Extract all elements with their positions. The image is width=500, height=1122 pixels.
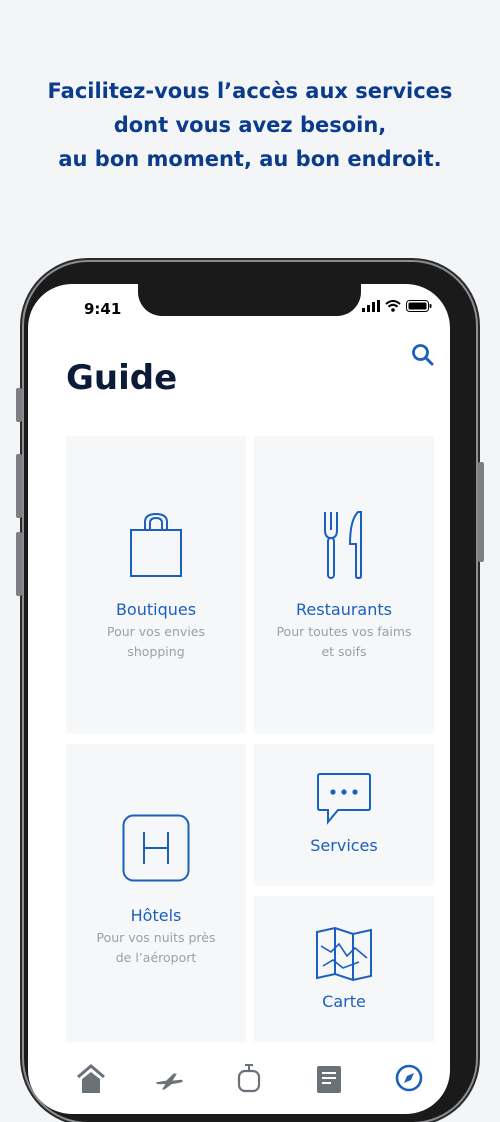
tile-label: Restaurants <box>296 600 392 619</box>
tile-label: Boutiques <box>115 600 197 619</box>
compass-icon <box>395 1064 423 1092</box>
tile-hotels[interactable]: Hôtels Pour vos nuits près de l’aéroport <box>66 744 246 1042</box>
notch <box>138 284 361 316</box>
tab-flights[interactable] <box>154 1063 184 1093</box>
fork-knife-icon <box>324 511 362 579</box>
battery-icon <box>406 300 432 312</box>
promo-line-1: Facilitez-vous l’accès aux services <box>47 79 453 103</box>
tile-subtitle-line-1: Pour vos nuits près <box>96 930 216 945</box>
tile-carte[interactable]: Carte <box>254 896 434 1042</box>
tile-label: Hôtels <box>130 906 182 925</box>
map-icon <box>316 926 372 982</box>
hotel-icon <box>122 814 190 882</box>
power-button <box>478 462 484 562</box>
tab-guide[interactable] <box>394 1063 424 1093</box>
search-icon <box>412 344 434 366</box>
tile-subtitle-line-2: et soifs <box>321 644 367 659</box>
volume-up-button <box>16 454 22 518</box>
search-button[interactable] <box>410 342 436 368</box>
tab-home[interactable] <box>76 1063 106 1093</box>
signal-icon <box>362 300 380 312</box>
tab-transport[interactable] <box>234 1063 264 1093</box>
phone-screen: 9:41 Guide Boutiques Pour vos envies sho… <box>28 284 450 1114</box>
mute-switch <box>16 388 22 422</box>
status-time: 9:41 <box>84 300 122 318</box>
page-title: Guide <box>66 358 178 398</box>
promo-line-3: au bon moment, au bon endroit. <box>58 147 442 171</box>
tile-subtitle-line-1: Pour vos envies <box>107 624 205 639</box>
promo-line-2: dont vous avez besoin, <box>113 113 387 137</box>
document-icon <box>317 1066 341 1093</box>
plane-icon <box>155 1073 183 1090</box>
tile-services[interactable]: Services <box>254 744 434 886</box>
wifi-icon <box>385 300 401 312</box>
tile-restaurants[interactable]: Restaurants Pour toutes vos faims et soi… <box>254 436 434 734</box>
home-icon <box>77 1064 105 1093</box>
volume-down-button <box>16 532 22 596</box>
chat-bubble-icon <box>317 773 371 825</box>
tile-subtitle-line-2: shopping <box>127 644 185 659</box>
tile-boutiques[interactable]: Boutiques Pour vos envies shopping <box>66 436 246 734</box>
tile-label: Services <box>310 836 378 855</box>
train-icon <box>237 1064 261 1093</box>
promo-headline: Facilitez-vous l’accès aux services dont… <box>0 74 500 176</box>
tile-subtitle-line-2: de l’aéroport <box>115 950 197 965</box>
shopping-bag-icon <box>130 512 182 577</box>
tab-news[interactable] <box>314 1063 344 1093</box>
tab-bar <box>28 1059 450 1114</box>
status-icons <box>362 300 432 312</box>
tile-subtitle-line-1: Pour toutes vos faims <box>276 624 412 639</box>
tile-label: Carte <box>322 992 366 1011</box>
